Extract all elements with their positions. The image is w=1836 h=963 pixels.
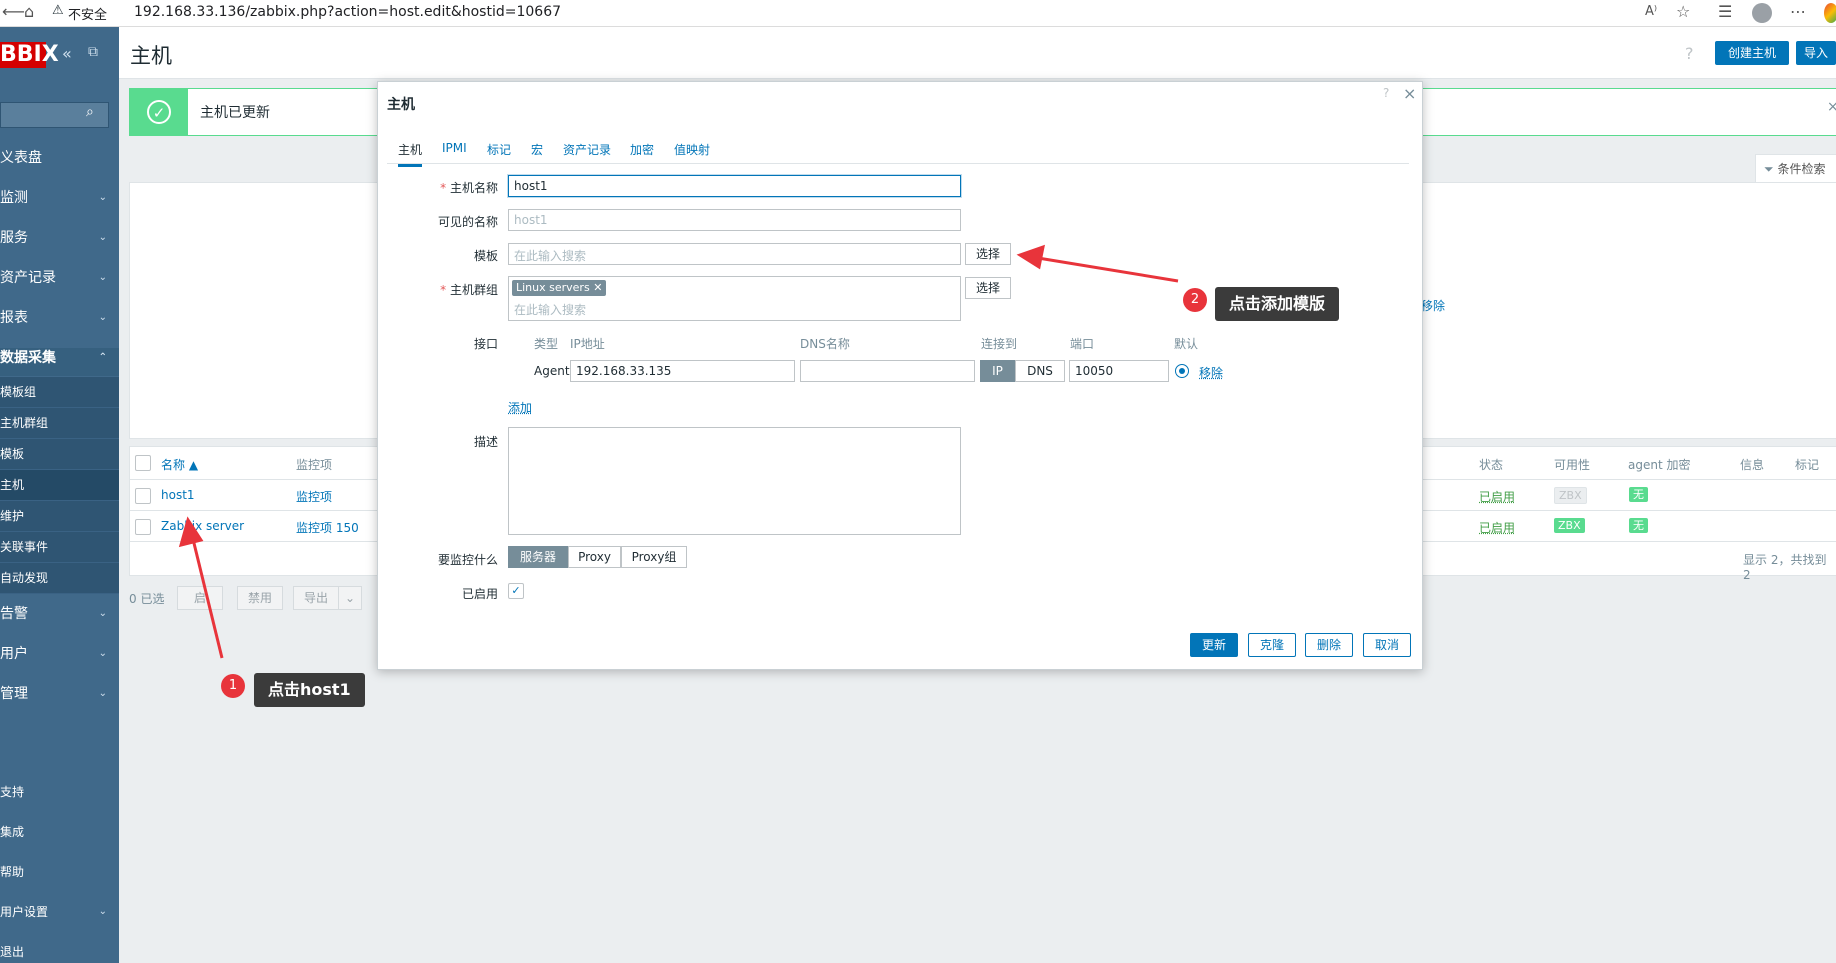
annotation-callout-1: 点击host1 [254, 673, 365, 707]
annotation-number-1: 1 [221, 674, 245, 698]
arrow-to-select-template [1037, 256, 1179, 283]
arrow-head-2 [1016, 244, 1045, 270]
annotation-arrows [178, 244, 1179, 659]
arrow-head-1 [178, 516, 204, 548]
annotation-callout-2: 点击添加模版 [1215, 287, 1340, 321]
arrow-to-host1 [190, 534, 224, 659]
annotation-number-2: 2 [1183, 288, 1207, 312]
